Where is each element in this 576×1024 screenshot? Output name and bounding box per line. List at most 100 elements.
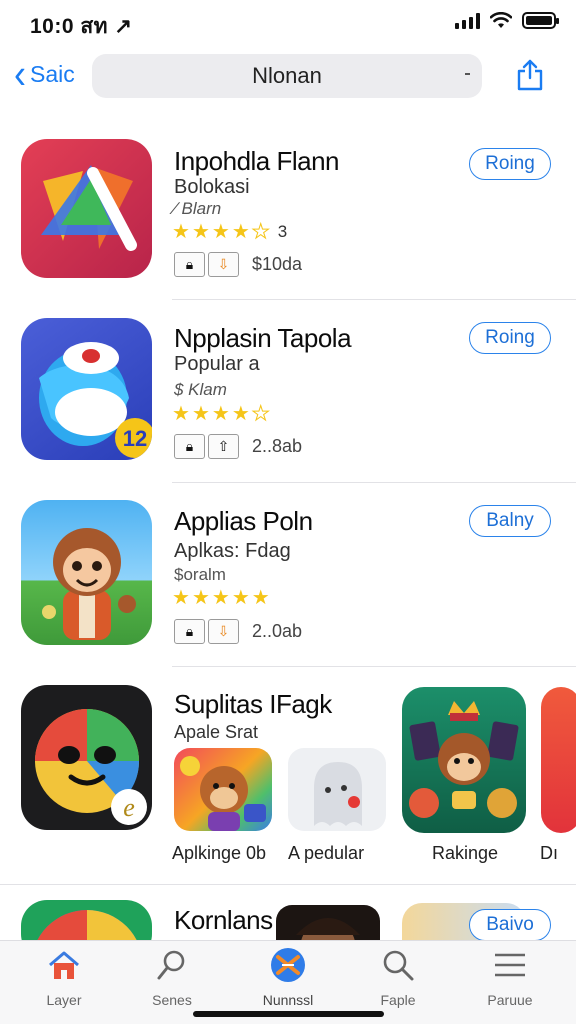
- rating-count: 3: [277, 222, 288, 241]
- featured-title: Suplitas IFagk: [174, 689, 332, 719]
- star-rating: ★ ★ ★ ★ ★: [172, 588, 270, 608]
- tab-label: Faple: [380, 992, 416, 1008]
- svg-text:e: e: [123, 793, 135, 822]
- signal-icon: [455, 12, 480, 29]
- star-icon: ★: [191, 587, 210, 609]
- share-icon[interactable]: [514, 58, 546, 92]
- star-rating: ★ ★ ★ ★ ★ 3: [172, 221, 288, 243]
- badge-group: 🔒︎ ⇩ 2..0ab: [174, 619, 302, 644]
- portrait-icon: [296, 918, 360, 945]
- get-button[interactable]: Roing: [469, 148, 551, 180]
- tab-label: Paruue: [487, 992, 533, 1008]
- featured-subtitle: Apale Srat: [174, 722, 259, 742]
- bird-logo-icon: 12: [39, 342, 152, 458]
- star-icon: ★: [251, 587, 270, 609]
- face-logo-icon: e: [35, 709, 147, 825]
- get-button[interactable]: Baivo: [469, 909, 551, 941]
- chevron-left-icon: ‹: [14, 49, 26, 97]
- star-outline-icon: ★: [251, 221, 270, 243]
- download-icon: ⇩: [208, 252, 239, 277]
- app-name: Npplasin Tapola: [174, 323, 352, 353]
- tab-senes[interactable]: Senes: [122, 945, 222, 1008]
- star-icon: ★: [231, 221, 250, 243]
- app-meta: $oralm: [174, 565, 226, 584]
- app-name: Inpohdla Flann: [174, 146, 340, 176]
- app-name: Kornlans: [174, 905, 273, 935]
- divider: [172, 482, 576, 483]
- divider: [0, 884, 576, 885]
- badge-group: 🔒︎ ⇩ $10da: [174, 252, 302, 277]
- tab-faple[interactable]: Faple: [348, 945, 448, 1008]
- dot-icon: [465, 73, 470, 75]
- triangle-logo-icon: [41, 165, 137, 251]
- app-meta: $ Klam: [174, 380, 227, 399]
- star-icon: ★: [172, 403, 190, 425]
- get-button[interactable]: Balny: [469, 505, 551, 537]
- app-icon-face[interactable]: e: [21, 685, 152, 830]
- big-tile-game[interactable]: [402, 687, 526, 833]
- lock-icon: 🔒︎: [174, 252, 205, 277]
- size-text: 2..0ab: [252, 621, 303, 641]
- app-subtitle: Bolokasi: [174, 176, 250, 198]
- back-button[interactable]: ‹ Saic: [14, 49, 75, 97]
- price-text: $10da: [252, 254, 303, 274]
- star-icon: ★: [211, 221, 230, 243]
- star-icon: ★: [172, 221, 190, 243]
- app-name: Applias Poln: [174, 506, 313, 536]
- game-characters-icon: [409, 701, 519, 818]
- mini-tile-ghost[interactable]: [288, 748, 386, 831]
- home-icon: [49, 951, 79, 979]
- wifi-icon: [490, 12, 512, 28]
- star-icon: ★: [191, 221, 210, 243]
- tab-label: Senes: [152, 992, 192, 1008]
- tab-label: Layer: [46, 992, 82, 1008]
- status-icons: [455, 12, 559, 29]
- star-icon: ★: [172, 587, 190, 609]
- star-icon: ★: [191, 403, 210, 425]
- apps-icon: [271, 948, 305, 982]
- svg-text:12: 12: [123, 426, 147, 451]
- tab-label: Nunnssl: [262, 992, 314, 1008]
- tab-layer[interactable]: Layer: [14, 945, 114, 1008]
- divider: [172, 666, 576, 667]
- star-icon: ★: [211, 587, 230, 609]
- badge-group: 🔒︎ ⇧ 2..8ab: [174, 434, 302, 459]
- star-outline-icon: ★: [251, 403, 270, 425]
- lock-icon: 🔒︎: [174, 434, 205, 459]
- tile-label: Aplkinge 0b: [172, 843, 267, 863]
- menu-icon: [495, 953, 525, 977]
- share-small-icon: ⇧: [208, 434, 239, 459]
- divider: [172, 299, 576, 300]
- search-text: Nlonan: [252, 63, 322, 88]
- status-time: 10:0 สท ↗: [30, 15, 133, 38]
- app-icon-character[interactable]: [21, 500, 152, 645]
- tile-label: A pedular: [288, 843, 365, 863]
- tab-paruue[interactable]: Paruue: [460, 945, 560, 1008]
- app-meta: ∕ Blarn: [174, 199, 222, 218]
- mini-tile-bear[interactable]: [174, 748, 272, 831]
- back-label: Saic: [30, 60, 75, 87]
- star-icon: ★: [231, 587, 250, 609]
- search-loupe-icon: [157, 950, 185, 980]
- search-field[interactable]: Nlonan: [92, 54, 482, 98]
- search-icon: [383, 950, 414, 981]
- character-logo-icon: [42, 528, 136, 640]
- download-icon: ⇩: [208, 619, 239, 644]
- app-subtitle: Popular a: [174, 353, 260, 375]
- big-tile-partial[interactable]: [541, 687, 576, 833]
- bear-character-icon: [180, 756, 266, 831]
- get-button[interactable]: Roing: [469, 322, 551, 354]
- status-bar: 10:0 สท ↗: [0, 0, 576, 44]
- tile-label: Dı: [540, 843, 558, 863]
- star-rating: ★ ★ ★ ★ ★: [172, 403, 270, 425]
- tile-portrait[interactable]: [276, 905, 380, 945]
- tab-apps[interactable]: Nunnssl: [238, 945, 338, 1008]
- tile-label: Rakinge: [432, 843, 499, 863]
- app-icon-bird[interactable]: 12: [21, 318, 152, 460]
- battery-icon: [522, 12, 559, 29]
- star-icon: ★: [231, 403, 250, 425]
- nav-bar: ‹ Saic Nlonan: [0, 48, 576, 104]
- home-indicator: [193, 1011, 384, 1017]
- size-text: 2..8ab: [252, 436, 303, 456]
- app-icon-triangle[interactable]: [21, 139, 152, 278]
